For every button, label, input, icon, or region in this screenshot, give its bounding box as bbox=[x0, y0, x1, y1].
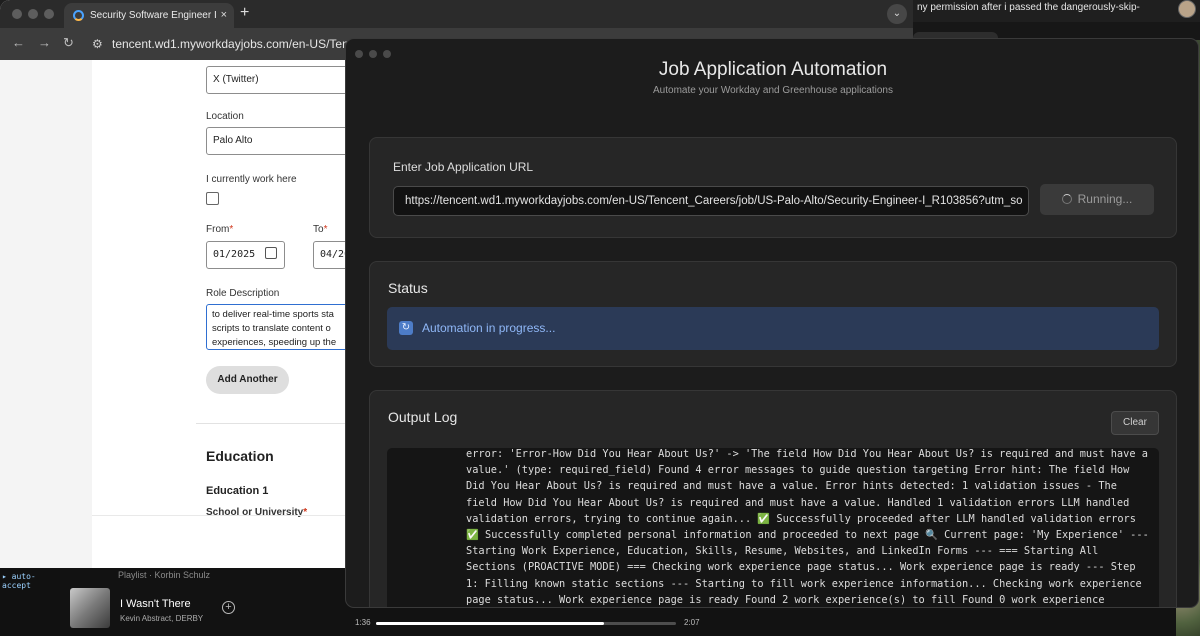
application-form-card: X (Twitter) Location Palo Alto I current… bbox=[92, 60, 373, 568]
to-label: To* bbox=[313, 224, 327, 235]
school-label-text: School or University bbox=[206, 507, 304, 518]
refresh-icon: ↻ bbox=[399, 321, 413, 335]
forward-arrow-icon[interactable]: → bbox=[38, 35, 51, 50]
plus-icon: + bbox=[225, 601, 232, 613]
log-text: error: 'Error-How Did You Hear About Us?… bbox=[466, 448, 1149, 606]
from-label-text: From bbox=[206, 224, 230, 235]
window-close-button[interactable] bbox=[12, 9, 22, 19]
output-log-panel: Output Log Clear error: 'Error-How Did Y… bbox=[369, 390, 1177, 607]
role-description-textarea[interactable]: to deliver real-time sports sta scripts … bbox=[206, 304, 352, 350]
calendar-icon[interactable] bbox=[265, 247, 277, 259]
tab-title: Security Software Engineer I bbox=[90, 10, 217, 21]
track-artist[interactable]: Kevin Abstract, DERBY bbox=[120, 614, 203, 623]
terminal-text: ▸ auto-accept bbox=[2, 572, 36, 590]
run-automation-button[interactable]: Running... bbox=[1040, 184, 1154, 215]
location-label: Location bbox=[206, 111, 244, 122]
new-tab-button[interactable]: + bbox=[240, 4, 249, 22]
reload-icon[interactable]: ↻ bbox=[63, 35, 74, 51]
education-1-heading: Education 1 bbox=[206, 485, 269, 497]
tab-close-icon[interactable]: × bbox=[221, 9, 227, 21]
run-button-label: Running... bbox=[1077, 192, 1133, 206]
window-minimize-button[interactable] bbox=[28, 9, 38, 19]
terminal-snippet: ▸ auto-accept bbox=[0, 568, 60, 636]
browser-tab-bar: Security Software Engineer I × + ⌄ bbox=[0, 0, 913, 28]
status-title: Status bbox=[388, 280, 428, 296]
spinner-icon bbox=[1061, 194, 1072, 204]
window-zoom-button[interactable] bbox=[44, 9, 54, 19]
window-minimize-button[interactable] bbox=[369, 50, 377, 58]
output-log-title: Output Log bbox=[388, 409, 458, 425]
status-message-box: ↻ Automation in progress... bbox=[387, 307, 1159, 350]
avatar[interactable] bbox=[1178, 0, 1196, 18]
status-message: Automation in progress... bbox=[422, 321, 556, 335]
back-arrow-icon[interactable]: ← bbox=[12, 35, 25, 50]
background-window-strip: ny permission after i passed the dangero… bbox=[913, 0, 1200, 22]
track-title[interactable]: I Wasn't There bbox=[120, 598, 191, 610]
from-date-input[interactable]: 01/2025 bbox=[206, 241, 285, 269]
status-panel: Status ↻ Automation in progress... bbox=[369, 261, 1177, 367]
required-mark: * bbox=[229, 224, 234, 235]
from-date-value: 01/2025 bbox=[213, 249, 256, 260]
currently-work-checkbox[interactable] bbox=[206, 192, 219, 205]
location-input[interactable]: Palo Alto bbox=[206, 127, 352, 155]
role-description-line: experiences, speeding up the bbox=[212, 337, 337, 348]
window-close-button[interactable] bbox=[355, 50, 363, 58]
app-subtitle: Automate your Workday and Greenhouse app… bbox=[653, 85, 893, 96]
elapsed-time: 1:36 bbox=[355, 618, 371, 627]
url-field[interactable]: tencent.wd1.myworkdayjobs.com/en-US/Tenc… bbox=[112, 37, 378, 51]
background-window-text: ny permission after i passed the dangero… bbox=[917, 2, 1140, 13]
education-heading: Education bbox=[206, 448, 274, 464]
social-profile-select[interactable]: X (Twitter) bbox=[206, 66, 352, 94]
log-output-area[interactable]: error: 'Error-How Did You Hear About Us?… bbox=[387, 448, 1159, 607]
role-description-line: scripts to translate content o bbox=[212, 323, 331, 334]
to-label-text: To bbox=[313, 224, 324, 235]
sticky-footer-divider bbox=[92, 515, 352, 516]
school-label: School or University* bbox=[206, 507, 307, 518]
playlist-label: Playlist · Korbin Schulz bbox=[118, 570, 211, 580]
url-label: Enter Job Application URL bbox=[393, 160, 534, 174]
currently-work-label: I currently work here bbox=[206, 174, 297, 185]
automation-app-window: Job Application Automation Automate your… bbox=[345, 38, 1199, 608]
playback-progress-fill bbox=[376, 622, 604, 625]
browser-tab-active[interactable]: Security Software Engineer I × bbox=[64, 3, 234, 28]
role-description-line: to deliver real-time sports sta bbox=[212, 309, 334, 320]
section-divider bbox=[196, 423, 352, 424]
from-label: From* bbox=[206, 224, 233, 235]
role-description-label: Role Description bbox=[206, 288, 280, 299]
required-mark: * bbox=[323, 224, 328, 235]
site-settings-icon[interactable]: ⚙ bbox=[92, 37, 103, 51]
app-title: Job Application Automation bbox=[658, 59, 888, 80]
window-zoom-button[interactable] bbox=[383, 50, 391, 58]
track-duration: 2:07 bbox=[684, 618, 700, 627]
url-panel: Enter Job Application URL https://tencen… bbox=[369, 137, 1177, 238]
playback-progress-bar[interactable] bbox=[376, 622, 676, 625]
tab-search-chevron-down-icon[interactable]: ⌄ bbox=[887, 4, 907, 24]
workday-favicon-icon bbox=[73, 10, 84, 21]
required-mark: * bbox=[303, 507, 308, 518]
job-url-input[interactable]: https://tencent.wd1.myworkdayjobs.com/en… bbox=[393, 186, 1029, 216]
clear-log-button[interactable]: Clear bbox=[1111, 411, 1159, 435]
album-cover[interactable] bbox=[70, 588, 110, 628]
add-another-button[interactable]: Add Another bbox=[206, 366, 289, 394]
add-to-library-button[interactable]: + bbox=[222, 601, 235, 614]
